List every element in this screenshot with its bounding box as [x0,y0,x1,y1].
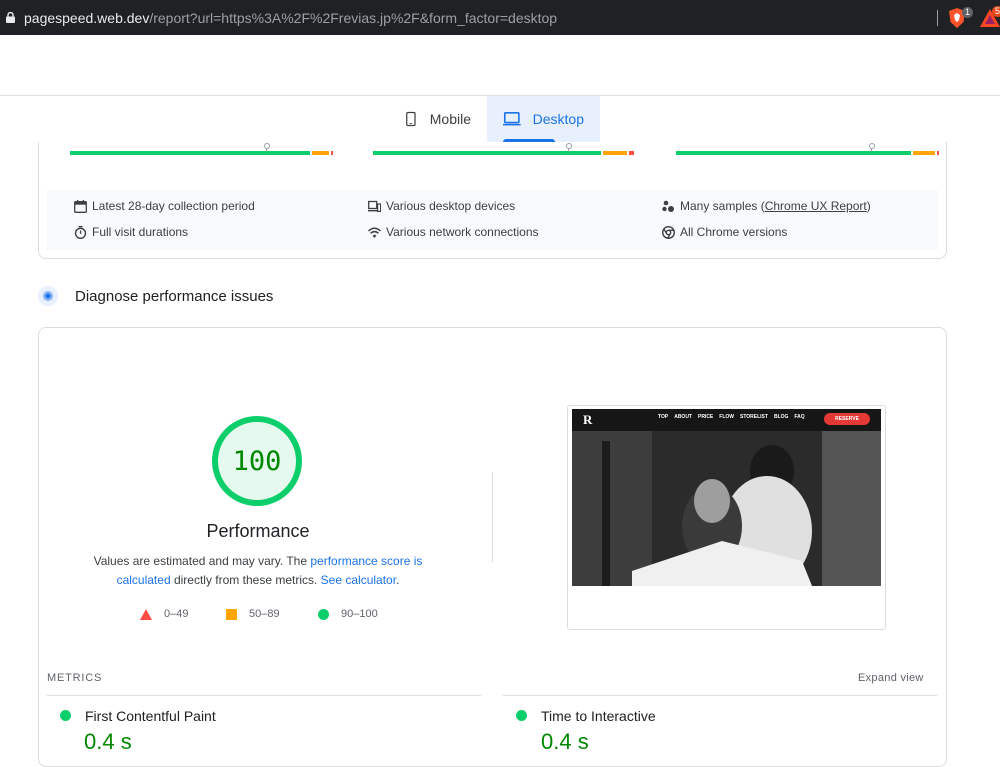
info-samples-suffix: ) [866,199,871,213]
thumb-nav-item: FAQ [794,414,805,420]
thumb-nav-item: PRICE [697,414,714,420]
red-triangle-icon [140,608,152,620]
desc-text-1: Values are estimated and may vary. The [93,554,311,568]
thumb-nav-item: ABOUT [674,414,692,420]
thumb-nav-item: BLOG [773,414,789,420]
bar-poor-segment [629,151,634,155]
calendar-icon [74,199,87,213]
see-calculator-link[interactable]: See calculator [321,573,396,587]
bar-poor-segment [937,151,939,155]
bar-average-segment [312,151,329,155]
percentile-marker [869,143,875,152]
expand-view-button[interactable]: Expand view [858,672,924,684]
metrics-header: METRICS [47,672,103,684]
metric-tti-value: 0.4 s [541,729,589,754]
performance-label: Performance [206,521,310,541]
desc-text-3: . [396,573,400,587]
bar-good-segment [373,151,601,155]
info-visit-durations-text: Full visit durations [92,225,189,239]
wifi-icon [368,227,381,238]
chrome-logo-icon [662,225,675,239]
legend-average: 50–89 [226,607,280,621]
legend-poor-label: 0–49 [164,608,189,620]
url-text[interactable]: pagespeed.web.dev/report?url=https%3A%2F… [24,10,557,26]
info-samples: Many samples (Chrome UX Report) [662,199,871,213]
metrics-divider-left [47,695,481,696]
tab-desktop[interactable]: Desktop [487,96,600,142]
green-circle-icon [318,608,329,620]
thumbnail-site-logo: R [583,412,593,427]
info-network: Various network connections [368,225,539,239]
info-chrome-versions: All Chrome versions [662,225,787,239]
percentile-marker [264,143,270,152]
stopwatch-icon [74,225,87,239]
metric-fcp-name: First Contentful Paint [85,708,216,724]
mobile-phone-icon [406,111,416,127]
browser-address-bar: pagespeed.web.dev/report?url=https%3A%2F… [0,0,1000,35]
device-tabs: Mobile Desktop [388,96,600,142]
lab-data-icon [38,286,58,306]
url-host: pagespeed.web.dev [24,10,150,26]
bar-good-segment [676,151,911,155]
legend-good-label: 90–100 [341,608,378,620]
bar-poor-segment [331,151,333,155]
desc-text-2: directly from these metrics. [170,573,321,587]
metric-fcp-value: 0.4 s [84,729,132,754]
distribution-bar-3 [676,143,941,155]
legend-good: 90–100 [318,607,378,621]
thumbnail-reserve-button: RESERVE [824,413,870,425]
tab-desktop-label: Desktop [532,111,584,127]
bar-average-segment [603,151,627,155]
devices-icon [368,200,381,212]
laptop-icon [503,112,521,126]
thumb-nav-item: STORELIST [739,414,768,420]
bar-average-segment [913,151,935,155]
orange-square-icon [226,608,237,620]
thumbnail-hero-photo [572,431,881,586]
metric-tti-name: Time to Interactive [541,708,656,724]
tab-mobile-label: Mobile [429,111,471,127]
legend-average-label: 50–89 [249,608,280,620]
brave-shield-count-badge: 1 [962,7,974,18]
bar-good-segment [70,151,310,155]
brave-rewards-count-badge: 5 [992,6,1000,17]
metric-good-dot [516,710,527,721]
toolbar-divider [937,10,938,26]
diagnose-section-title: Diagnose performance issues [75,288,274,305]
info-collection-period-text: Latest 28-day collection period [92,199,255,213]
card-vertical-divider [492,472,493,562]
page-header [0,35,1000,96]
info-devices-text: Various desktop devices [386,199,516,213]
samples-dots-icon [662,200,674,212]
metrics-divider-right [503,695,937,696]
chrome-ux-report-link[interactable]: Chrome UX Report [765,199,867,213]
lock-icon [6,12,15,23]
info-visit-durations: Full visit durations [74,225,188,239]
url-path: /report?url=https%3A%2F%2Frevias.jp%2F&f… [149,10,558,26]
distribution-bar-1 [70,143,335,155]
hero-photo-shapes [572,431,881,586]
info-samples-prefix: Many samples ( [680,199,765,213]
metric-good-dot [60,710,71,721]
thumb-nav-item: TOP [658,414,669,420]
thumbnail-nav-items: TOP ABOUT PRICE FLOW STORELIST BLOG FAQ [658,414,811,420]
tab-mobile[interactable]: Mobile [388,96,487,142]
legend-poor: 0–49 [140,607,188,621]
info-collection-period: Latest 28-day collection period [74,199,255,213]
distribution-bar-2 [373,143,636,155]
info-devices: Various desktop devices [368,199,515,213]
info-network-text: Various network connections [386,225,539,239]
thumb-nav-item: FLOW [719,414,734,420]
performance-description: Values are estimated and may vary. The p… [68,552,448,590]
percentile-marker [566,143,572,152]
performance-score-value: 100 [232,445,282,477]
info-chrome-versions-text: All Chrome versions [680,225,788,239]
